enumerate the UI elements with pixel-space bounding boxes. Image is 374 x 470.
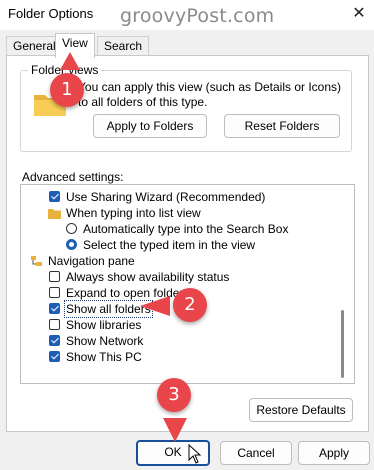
apply-button[interactable]: Apply — [298, 441, 370, 465]
close-icon[interactable]: ✕ — [349, 4, 369, 24]
checkbox-checked[interactable] — [49, 351, 60, 362]
cancel-button[interactable]: Cancel — [220, 441, 292, 465]
tab-search[interactable]: Search — [97, 36, 150, 57]
callout-badge-2: 2 — [173, 288, 207, 322]
checkbox-unchecked[interactable] — [49, 271, 60, 282]
scrollbar-thumb[interactable] — [341, 310, 344, 378]
reset-folders-button[interactable]: Reset Folders — [224, 114, 340, 138]
advanced-settings-label: Advanced settings: — [22, 170, 124, 184]
callout-badge-3: 3 — [157, 378, 191, 412]
callout-badge-1: 1 — [50, 73, 84, 107]
radio-unchecked[interactable] — [66, 223, 77, 234]
mouse-cursor-icon — [188, 444, 202, 464]
restore-defaults-button[interactable]: Restore Defaults — [249, 398, 353, 422]
radio-checked[interactable] — [66, 239, 77, 250]
checkbox-checked[interactable] — [49, 335, 60, 346]
checkbox-unchecked[interactable] — [49, 287, 60, 298]
checkbox-unchecked[interactable] — [49, 319, 60, 330]
advanced-settings-list[interactable]: Use Sharing Wizard (Recommended) When ty… — [20, 184, 355, 384]
folder-views-description: You can apply this view (such as Details… — [78, 80, 342, 109]
checkbox-checked[interactable] — [49, 303, 60, 314]
checkbox-checked[interactable] — [49, 191, 60, 202]
window-title: Folder Options — [8, 6, 94, 21]
folder-small-icon — [48, 209, 61, 219]
apply-to-folders-button[interactable]: Apply to Folders — [93, 114, 207, 138]
watermark: groovyPost.com — [120, 5, 275, 27]
navigation-pane-icon — [31, 256, 42, 266]
